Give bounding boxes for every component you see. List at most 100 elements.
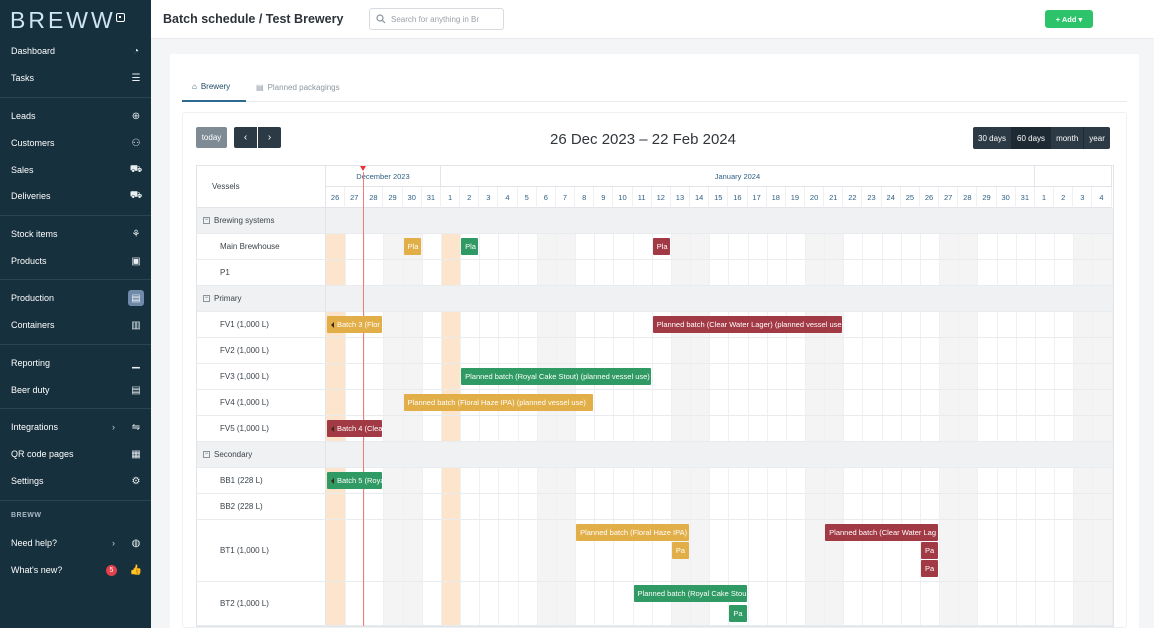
batch-event-bar[interactable]: Batch 4 (Clea — [327, 420, 383, 437]
handshake-icon: ⇋ — [131, 421, 141, 433]
sidebar-item-production[interactable]: Production ▤ — [0, 285, 151, 311]
add-button[interactable]: + Add ▾ — [1045, 10, 1093, 28]
sidebar-item-whats-new[interactable]: What's new? 5 👍 — [0, 557, 151, 583]
sidebar-item-tasks[interactable]: Tasks ☰ — [0, 65, 151, 91]
batch-event-bar[interactable]: Planned batch (Royal Cake Stou — [633, 585, 747, 602]
day-header: 29 — [977, 187, 997, 208]
batch-event-bar[interactable]: Pa — [729, 605, 747, 622]
calendar: today ‹ › 26 Dec 2023 – 22 Feb 2024 30 d… — [182, 112, 1127, 628]
collapse-group-icon[interactable]: − — [203, 295, 210, 302]
view-60-days-button[interactable]: 60 days — [1012, 127, 1052, 149]
view-month-button[interactable]: month — [1051, 127, 1085, 149]
batch-event-bar[interactable]: Planned batch (Clear Water Lager) (plann… — [652, 316, 843, 333]
day-header: 12 — [651, 187, 671, 208]
vessel-label-text: FV3 (1,000 L) — [220, 372, 269, 381]
sidebar-item-label: Stock items — [11, 229, 58, 239]
vessel-label-text: P1 — [220, 268, 230, 277]
batch-event-label: Pa — [733, 609, 743, 618]
day-header: 19 — [785, 187, 805, 208]
sidebar-item-leads[interactable]: Leads ⊕ — [0, 103, 151, 129]
sidebar-item-qr-code-pages[interactable]: QR code pages ▦ — [0, 441, 151, 467]
sidebar-item-containers[interactable]: Containers ▥ — [0, 312, 151, 338]
collapse-group-icon[interactable]: − — [203, 451, 210, 458]
collapse-sidebar-icon[interactable] — [116, 13, 125, 22]
batch-event-bar[interactable]: Planned batch (Clear Water Lag — [825, 524, 939, 541]
vessel-group-row: − Secondary — [197, 442, 1113, 468]
sidebar-item-beer-duty[interactable]: Beer duty ▤ — [0, 377, 151, 403]
brand-logo[interactable]: BREWW — [10, 7, 116, 34]
day-header: 27 — [345, 187, 365, 208]
vessel-group-label[interactable]: − Brewing systems — [197, 208, 326, 233]
sidebar-item-deliveries[interactable]: Deliveries ⛟ — [0, 183, 151, 209]
batch-event-bar[interactable]: Pa — [920, 542, 939, 559]
ledger-icon: ▤ — [131, 384, 141, 396]
batch-event-bar[interactable]: Batch 5 (Roya — [327, 472, 383, 489]
today-button[interactable]: today — [196, 127, 227, 148]
sidebar-item-settings[interactable]: Settings ⚙ — [0, 468, 151, 494]
sidebar-item-stock-items[interactable]: Stock items ⚘ — [0, 221, 151, 247]
batch-event-bar[interactable]: Planned batch (Royal Cake Stout) (planne… — [461, 368, 651, 385]
vessel-group-label[interactable]: − Primary — [197, 286, 326, 311]
continues-left-icon — [331, 425, 334, 432]
day-header: 28 — [958, 187, 978, 208]
batch-event-bar[interactable]: Pla — [403, 238, 421, 255]
batch-event-bar[interactable]: Batch 3 (Flor — [327, 316, 383, 333]
batch-event-bar[interactable]: Pla — [461, 238, 479, 255]
batch-event-bar[interactable]: Planned batch (Floral Haze IPA) — [576, 524, 690, 541]
day-header: 1 — [440, 187, 461, 208]
next-button[interactable]: › — [258, 127, 281, 148]
sidebar-item-label: Deliveries — [11, 191, 51, 201]
view-year-button[interactable]: year — [1084, 127, 1110, 149]
batch-event-bar[interactable]: Pla — [652, 238, 670, 255]
sidebar-item-label: What's new? — [11, 565, 63, 575]
vessel-label-text: FV5 (1,000 L) — [220, 424, 269, 433]
tab-planned-packagings[interactable]: ▤ Planned packagings — [256, 72, 340, 102]
day-header: 31 — [421, 187, 441, 208]
batch-event-label: Batch 4 (Clea — [337, 424, 383, 433]
sidebar-item-integrations[interactable]: Integrations › ⇋ — [0, 414, 151, 440]
vessel-group-label[interactable]: − Secondary — [197, 442, 326, 467]
vessel-group-row: − Brewing systems — [197, 208, 1113, 234]
batch-event-bar[interactable]: Planned batch (Floral Haze IPA) (planned… — [403, 394, 594, 411]
sidebar-item-dashboard[interactable]: Dashboard ◔ — [0, 38, 151, 64]
view-30-days-button[interactable]: 30 days — [973, 127, 1013, 149]
tab-brewery[interactable]: ⌂ Brewery — [182, 72, 246, 102]
sidebar-item-products[interactable]: Products ▣ — [0, 248, 151, 274]
sidebar-item-sales[interactable]: Sales ⛟ — [0, 157, 151, 183]
sidebar-item-label: Tasks — [11, 73, 35, 83]
batch-event-bar[interactable]: Pa — [920, 560, 939, 577]
day-header: 28 — [364, 187, 384, 208]
day-header: 14 — [690, 187, 710, 208]
vessel-label-text: Main Brewhouse — [220, 242, 280, 251]
top-bar: Batch schedule / Test Brewery + Add ▾ — [151, 0, 1154, 39]
vessel-label: BB1 (228 L) — [197, 468, 326, 493]
day-header: 26 — [919, 187, 940, 208]
sidebar-item-need-help[interactable]: Need help? › ◍ — [0, 530, 151, 556]
sidebar-item-label: QR code pages — [11, 449, 74, 459]
search-input[interactable] — [391, 14, 499, 24]
batch-event-label: Pla — [656, 242, 668, 251]
truck-icon: ⛟ — [129, 189, 143, 201]
date-range-title: 26 Dec 2023 – 22 Feb 2024 — [550, 131, 736, 148]
vessel-label-text: BT1 (1,000 L) — [220, 546, 269, 555]
search-box[interactable] — [369, 8, 504, 30]
leads-icon: ⊕ — [131, 110, 141, 122]
batch-event-bar[interactable]: Pa — [671, 542, 690, 559]
day-header: 17 — [747, 187, 767, 208]
day-header: 11 — [632, 187, 652, 208]
package-icon: ▤ — [256, 82, 264, 92]
prev-button[interactable]: ‹ — [234, 127, 257, 148]
vessel-label-text: Secondary — [214, 450, 253, 459]
sidebar-item-reporting[interactable]: Reporting ▁ — [0, 350, 151, 376]
qr-icon: ▦ — [131, 448, 141, 460]
sidebar-item-customers[interactable]: Customers ⚇ — [0, 130, 151, 156]
day-header: 22 — [843, 187, 863, 208]
sidebar-item-label: Containers — [11, 320, 55, 330]
month-header: January 2024 — [440, 166, 1035, 187]
sidebar: BREWW Dashboard ◔ Tasks ☰ Leads ⊕ Customers… — [0, 0, 151, 628]
hop-icon: ⚘ — [131, 228, 141, 240]
sidebar-item-label: Production — [11, 293, 55, 303]
vessel-label-text: BB1 (228 L) — [220, 476, 263, 485]
collapse-group-icon[interactable]: − — [203, 217, 210, 224]
vessel-label-text: FV4 (1,000 L) — [220, 398, 269, 407]
